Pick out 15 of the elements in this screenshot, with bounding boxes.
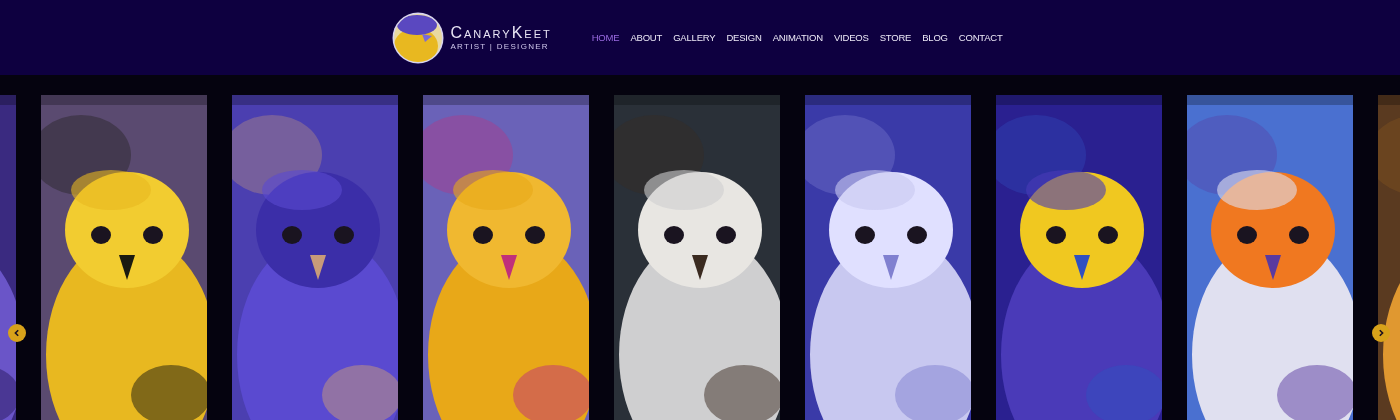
- nav-link[interactable]: ABOUT: [630, 32, 663, 43]
- chevron-right-icon: [1377, 329, 1385, 337]
- chevron-left-icon: [13, 329, 21, 337]
- next-button[interactable]: [1372, 324, 1390, 342]
- nav-link[interactable]: STORE: [879, 32, 912, 43]
- nav-link[interactable]: VIDEOS: [833, 32, 869, 43]
- nav-link[interactable]: ANIMATION: [772, 32, 823, 43]
- brand-name[interactable]: CanaryKeet: [450, 24, 552, 41]
- nav-link[interactable]: HOME: [591, 32, 620, 43]
- nav-link[interactable]: DESIGN: [726, 32, 762, 43]
- nav-link[interactable]: GALLERY: [673, 32, 716, 43]
- previous-button[interactable]: [8, 324, 26, 342]
- nav-link[interactable]: BLOG: [922, 32, 948, 43]
- brand-tagline: ARTIST | DESIGNER: [450, 42, 550, 51]
- nav-link[interactable]: CONTACT: [958, 32, 1003, 43]
